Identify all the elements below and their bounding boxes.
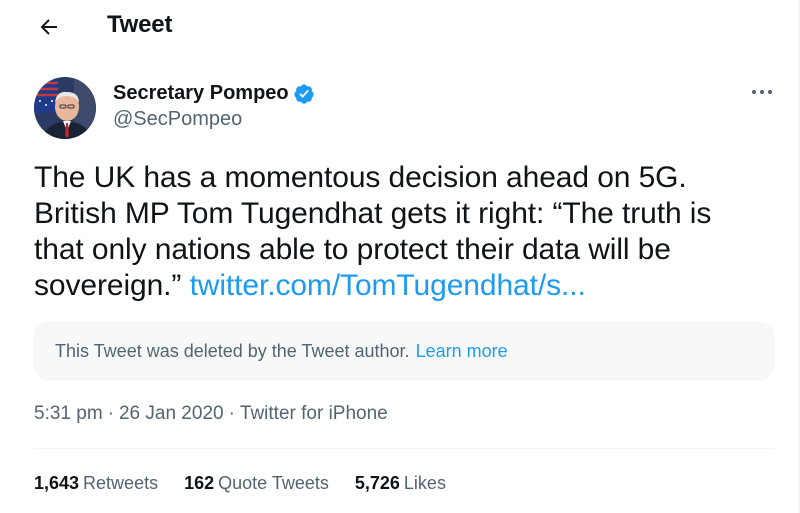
meta-separator: · — [107, 403, 114, 424]
verified-badge-icon — [293, 83, 315, 105]
author-handle[interactable]: @SecPompeo — [113, 108, 242, 131]
stat-label: Quote Tweets — [218, 473, 329, 493]
tweet-stats: 1,643 Retweets 162 Quote Tweets 5,726 Likes — [34, 473, 472, 494]
tweet-detail-page: Tweet Secretary Pompeo @SecPompeo The UK… — [0, 0, 800, 513]
author-name-text: Secretary Pompeo — [113, 82, 289, 104]
likes-stat[interactable]: 5,726 Likes — [355, 473, 446, 494]
more-horizontal-icon — [752, 90, 772, 94]
tweet-meta: 5:31 pm · 26 Jan 2020 · Twitter for iPhone — [34, 403, 388, 425]
meta-separator: · — [228, 403, 235, 424]
tweet-time[interactable]: 5:31 pm — [34, 403, 103, 424]
learn-more-link[interactable]: Learn more — [416, 341, 508, 362]
stat-label: Likes — [403, 473, 446, 493]
stat-label: Retweets — [83, 473, 159, 493]
retweets-stat[interactable]: 1,643 Retweets — [34, 473, 158, 494]
tweet-date[interactable]: 26 Jan 2020 — [119, 403, 224, 424]
page-title: Tweet — [107, 11, 173, 38]
stat-count: 1,643 — [34, 473, 80, 493]
deleted-quote-box: This Tweet was deleted by the Tweet auth… — [34, 322, 774, 380]
tweet-text: The UK has a momentous decision ahead on… — [34, 160, 754, 304]
author-name[interactable]: Secretary Pompeo — [113, 82, 315, 105]
deleted-message: This Tweet was deleted by the Tweet auth… — [55, 340, 410, 361]
tweet-link[interactable]: twitter.com/TomTugendhat/s... — [190, 269, 586, 302]
page-header: Tweet — [0, 0, 798, 54]
stat-count: 162 — [184, 473, 215, 493]
divider — [34, 448, 774, 449]
avatar[interactable] — [34, 77, 96, 139]
stat-count: 5,726 — [354, 473, 400, 493]
quote-tweets-stat[interactable]: 162 Quote Tweets — [184, 473, 329, 494]
arrow-left-icon — [40, 19, 57, 35]
tweet-source[interactable]: Twitter for iPhone — [240, 403, 388, 424]
avatar-image — [34, 77, 96, 139]
more-options-button[interactable] — [744, 80, 780, 104]
back-button[interactable] — [32, 10, 66, 44]
